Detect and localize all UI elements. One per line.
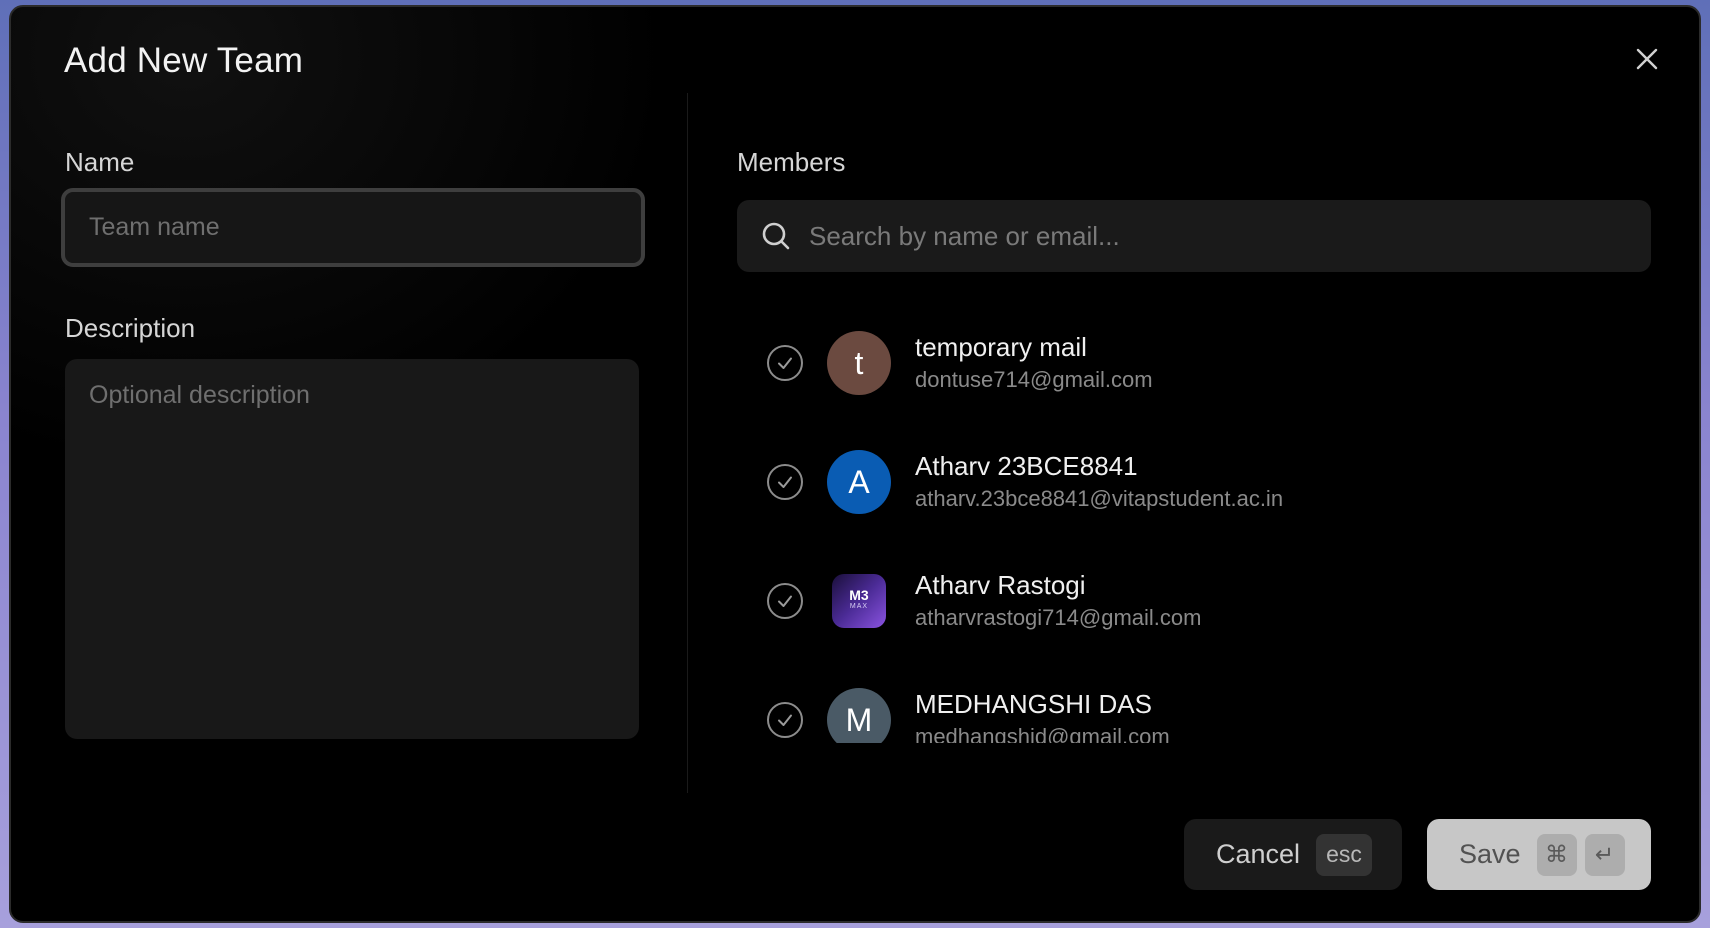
- avatar: t: [827, 331, 891, 395]
- checkmark-icon: [778, 476, 792, 488]
- member-search: [737, 200, 1651, 272]
- avatar-chip-subtext: MAX: [849, 603, 869, 610]
- save-label: Save: [1459, 839, 1521, 869]
- member-name: Atharv 23BCE8841: [915, 451, 1138, 481]
- dialog-title: Add New Team: [64, 41, 304, 80]
- member-checkbox[interactable]: [767, 345, 803, 381]
- member-checkbox[interactable]: [767, 702, 803, 738]
- avatar-image: M3 MAX: [832, 574, 886, 628]
- member-row[interactable]: M3 MAX Atharv Rastogi atharvrastogi714@g…: [737, 551, 1651, 651]
- enter-key-badge: ↵: [1584, 833, 1625, 876]
- member-name: MEDHANGSHI DAS: [915, 689, 1152, 719]
- checkmark-icon: [778, 595, 792, 607]
- members-label: Members: [737, 147, 846, 177]
- member-checkbox[interactable]: [767, 583, 803, 619]
- member-email: atharvrastogi714@gmail.com: [915, 605, 1202, 630]
- member-name: Atharv Rastogi: [915, 570, 1086, 600]
- save-button[interactable]: Save ⌘ ↵: [1427, 819, 1651, 890]
- name-label: Name: [65, 147, 135, 177]
- member-search-input[interactable]: [809, 220, 1651, 252]
- member-email: medhangshid@gmail.com: [915, 724, 1170, 743]
- member-row[interactable]: A Atharv 23BCE8841 atharv.23bce8841@vita…: [737, 432, 1651, 532]
- avatar: A: [827, 450, 891, 514]
- member-info: Atharv Rastogi atharvrastogi714@gmail.co…: [915, 569, 1201, 633]
- team-name-input[interactable]: [61, 188, 645, 267]
- command-key-badge: ⌘: [1536, 833, 1577, 876]
- member-info: Atharv 23BCE8841 atharv.23bce8841@vitaps…: [915, 450, 1283, 514]
- member-email: atharv.23bce8841@vitapstudent.ac.in: [915, 486, 1284, 511]
- checkmark-icon: [778, 357, 792, 369]
- description-label: Description: [65, 313, 196, 343]
- checkmark-icon: [778, 714, 792, 726]
- description-textarea[interactable]: [65, 359, 639, 739]
- close-button[interactable]: [1631, 43, 1663, 75]
- search-icon: [762, 222, 790, 250]
- member-row[interactable]: t temporary mail dontuse714@gmail.com: [737, 313, 1651, 413]
- avatar: M: [827, 688, 891, 743]
- avatar-chip-text: M3: [849, 587, 869, 603]
- member-info: MEDHANGSHI DAS medhangshid@gmail.com: [915, 688, 1170, 743]
- member-info: temporary mail dontuse714@gmail.com: [915, 331, 1153, 395]
- esc-shortcut-badge: esc: [1316, 833, 1373, 876]
- member-name: temporary mail: [915, 332, 1087, 362]
- add-team-dialog: Add New Team Name Description Members t: [9, 5, 1701, 923]
- member-checkbox[interactable]: [767, 464, 803, 500]
- member-email: dontuse714@gmail.com: [915, 367, 1153, 392]
- member-row[interactable]: M MEDHANGSHI DAS medhangshid@gmail.com: [737, 670, 1651, 743]
- members-list: t temporary mail dontuse714@gmail.com A …: [737, 307, 1651, 743]
- cancel-button[interactable]: Cancel esc: [1184, 819, 1402, 890]
- column-divider: [687, 93, 688, 793]
- close-icon: [1636, 48, 1658, 70]
- cancel-label: Cancel: [1216, 839, 1301, 869]
